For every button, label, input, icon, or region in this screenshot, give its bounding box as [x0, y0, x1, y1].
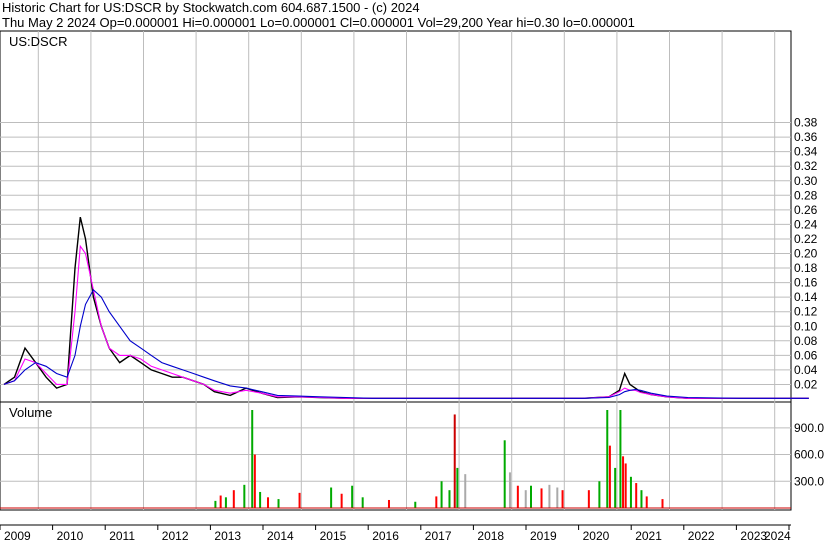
volume-panel-label: Volume	[9, 405, 52, 420]
volume-bar	[340, 493, 343, 508]
volume-bar	[606, 410, 609, 508]
volume-tick-label: 900.0	[794, 421, 824, 435]
price-tick-label: 0.12	[794, 305, 818, 319]
price-axis-labels: 0.380.360.340.320.300.280.260.240.220.20…	[794, 116, 818, 392]
volume-bar	[456, 467, 459, 508]
price-tick-label: 0.26	[794, 203, 818, 217]
volume-bar	[224, 497, 227, 508]
price-panel-label: US:DSCR	[9, 34, 68, 49]
volume-bar	[253, 454, 256, 508]
year-tick-label: 2011	[109, 529, 135, 543]
volume-bar	[524, 490, 527, 508]
price-tick-label: 0.08	[794, 334, 818, 348]
year-tick-label: 2010	[57, 529, 84, 543]
volume-bar	[629, 476, 632, 508]
year-tick-label: 2019	[530, 529, 557, 543]
year-tick-label: 2024	[764, 529, 791, 543]
year-tick-label: 2020	[583, 529, 610, 543]
volume-bar	[232, 490, 235, 508]
volume-bar	[464, 474, 467, 508]
volume-bar	[508, 472, 511, 508]
volume-bar	[619, 410, 622, 508]
volume-bar	[598, 481, 601, 508]
price-panel-frame	[0, 30, 792, 403]
volume-bar	[556, 487, 559, 508]
price-tick-label: 0.10	[794, 319, 818, 333]
price-tick-label: 0.36	[794, 130, 818, 144]
volume-panel-frame	[0, 401, 792, 511]
volume-bar	[661, 499, 664, 508]
price-tick-label: 0.30	[794, 174, 818, 188]
year-tick-label: 2012	[162, 529, 189, 543]
volume-bar	[645, 496, 648, 508]
price-tick-label: 0.18	[794, 261, 818, 275]
volume-bar	[448, 490, 451, 508]
volume-tick-label: 600.0	[794, 448, 824, 462]
volume-bar	[298, 492, 301, 508]
volume-bar	[548, 484, 551, 508]
volume-bar	[251, 410, 254, 508]
volume-axis-labels: 900.0 600.0 300.0	[794, 421, 824, 488]
volume-bar	[330, 487, 333, 508]
volume-bar	[635, 483, 638, 508]
year-tick-label: 2021	[635, 529, 662, 543]
year-axis-labels: 2009 2010 2011 2012 2013 2014 2015 2016 2017 2018…	[0, 525, 791, 543]
volume-bar	[608, 445, 611, 508]
year-tick-label: 2022	[688, 529, 715, 543]
year-tick-label: 2017	[425, 529, 452, 543]
price-tick-label: 0.06	[794, 348, 818, 362]
volume-bar	[640, 490, 643, 508]
volume-bar	[361, 497, 364, 508]
volume-tick-label: 300.0	[794, 474, 824, 488]
volume-bar	[435, 496, 438, 508]
volume-bar	[530, 485, 532, 508]
volume-bar	[214, 500, 217, 508]
volume-bar	[277, 499, 280, 508]
price-tick-label: 0.38	[794, 116, 818, 130]
volume-bar	[259, 491, 262, 508]
volume-bar	[387, 499, 390, 508]
price-tick-label: 0.22	[794, 232, 818, 246]
volume-bar	[414, 501, 417, 508]
volume-bar	[622, 456, 625, 508]
price-tick-label: 0.28	[794, 188, 818, 202]
volume-bar	[614, 467, 617, 508]
year-tick-label: 2014	[267, 529, 294, 543]
volume-bar	[561, 490, 564, 508]
volume-bar	[267, 497, 269, 508]
price-tick-label: 0.34	[794, 145, 818, 159]
volume-bar	[516, 485, 519, 508]
volume-bar	[503, 440, 506, 508]
year-tick-label: 2018	[477, 529, 504, 543]
price-tick-label: 0.32	[794, 159, 818, 173]
price-tick-label: 0.20	[794, 247, 818, 261]
price-tick-label: 0.04	[794, 363, 818, 377]
volume-bar	[453, 414, 456, 508]
volume-bar	[440, 481, 443, 508]
year-tick-label: 2016	[372, 529, 399, 543]
price-tick-label: 0.16	[794, 276, 818, 290]
stock-chart: 0.380.360.340.320.300.280.260.240.220.20…	[0, 30, 824, 543]
volume-bar	[351, 485, 354, 508]
volume-bar	[624, 463, 627, 508]
price-tick-label: 0.14	[794, 290, 818, 304]
year-tick-label: 2015	[320, 529, 347, 543]
volume-bar	[540, 488, 543, 508]
price-tick-label: 0.24	[794, 217, 818, 231]
volume-bar	[243, 484, 246, 508]
price-tick-label: 0.02	[794, 377, 818, 391]
volume-bar	[587, 490, 590, 508]
volume-bar	[219, 495, 222, 508]
year-tick-label: 2009	[4, 529, 31, 543]
year-tick-label: 2013	[214, 529, 241, 543]
